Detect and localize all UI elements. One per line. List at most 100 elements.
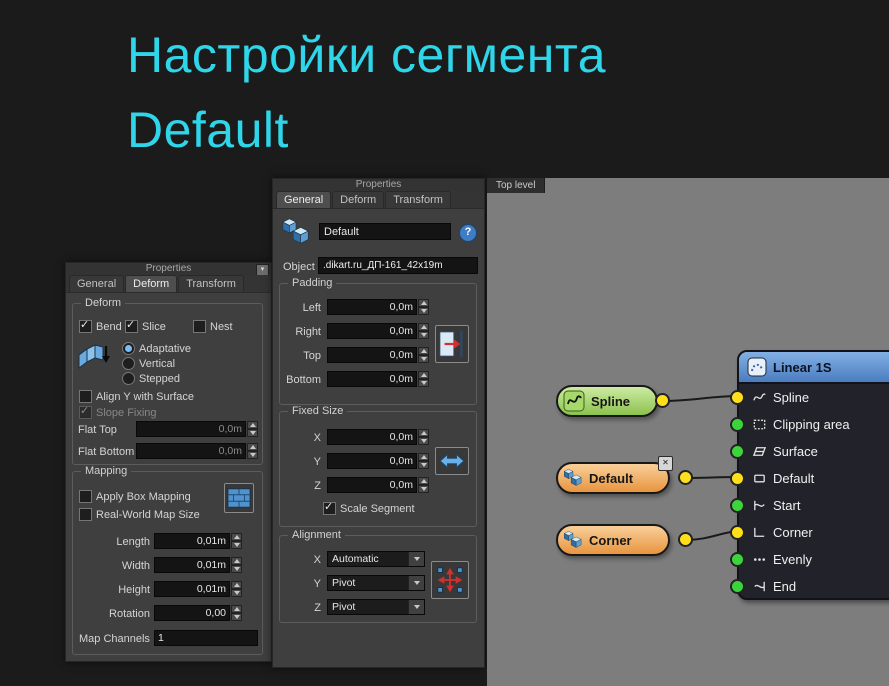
alignment-x-dropdown[interactable]: Automatic: [327, 551, 425, 567]
object-picker-button[interactable]: .dikart.ru_ДП-161_42x19m: [318, 257, 478, 274]
fixed-size-group-label: Fixed Size: [288, 405, 348, 418]
padding-left-label: Left: [302, 302, 321, 314]
bend-checkbox[interactable]: Bend: [79, 319, 122, 333]
left-panel-tabbar: General Deform Transform: [66, 275, 271, 293]
real-world-map-checkbox[interactable]: Real-World Map Size: [79, 508, 200, 521]
align-y-checkbox[interactable]: Align Y with Surface: [79, 390, 194, 403]
apply-box-mapping-checkbox[interactable]: Apply Box Mapping: [79, 490, 191, 503]
linear-1s-node[interactable]: Linear 1S Spline Clipping area Surface D…: [730, 350, 889, 600]
spinner[interactable]: [231, 581, 242, 597]
input-dot[interactable]: [730, 471, 745, 486]
segment-name-value: Default: [324, 225, 359, 238]
flat-top-label: Flat Top: [78, 424, 117, 436]
linear-input-evenly[interactable]: Evenly: [730, 546, 889, 573]
fixed-z-field[interactable]: 0,0m: [327, 477, 429, 493]
padding-top-field[interactable]: 0,0m: [327, 347, 429, 363]
fixed-x-label: X: [313, 432, 321, 444]
input-dot[interactable]: [730, 525, 745, 540]
spinner[interactable]: [418, 347, 429, 363]
fixed-x-field[interactable]: 0,0m: [327, 429, 429, 445]
tab-transform[interactable]: Transform: [385, 191, 451, 208]
width-field[interactable]: 0,01m: [154, 557, 242, 573]
linear-input-start[interactable]: Start: [730, 492, 889, 519]
spinner[interactable]: [418, 477, 429, 493]
field-value: 0,01m: [154, 533, 230, 549]
alignment-y-dropdown[interactable]: Pivot: [327, 575, 425, 591]
vertical-radio[interactable]: Vertical: [122, 357, 175, 370]
spinner[interactable]: [231, 605, 242, 621]
tab-general[interactable]: General: [69, 275, 125, 292]
linear-input-clipping-area[interactable]: Clipping area: [730, 411, 889, 438]
alignment-z-dropdown[interactable]: Pivot: [327, 599, 425, 615]
length-field[interactable]: 0,01m: [154, 533, 242, 549]
mapping-group-label: Mapping: [81, 465, 132, 478]
input-dot[interactable]: [730, 417, 745, 432]
spinner[interactable]: [418, 371, 429, 387]
padding-top-label: Top: [303, 350, 321, 362]
tab-deform[interactable]: Deform: [125, 275, 178, 292]
spinner[interactable]: [418, 323, 429, 339]
tab-general[interactable]: General: [276, 191, 332, 208]
stepped-radio[interactable]: Stepped: [122, 372, 180, 385]
linear-input-default[interactable]: Default: [730, 465, 889, 492]
checkbox-label: Nest: [210, 320, 233, 333]
height-field[interactable]: 0,01m: [154, 581, 242, 597]
input-label: Start: [773, 498, 801, 513]
spline-node-output-dot[interactable]: [655, 393, 670, 408]
corner-segment-node[interactable]: Corner: [556, 524, 670, 556]
wire-spline-to-linear: [662, 395, 740, 402]
map-channels-label: Map Channels: [79, 633, 150, 645]
input-label: Corner: [773, 525, 813, 540]
spinner[interactable]: [418, 453, 429, 469]
map-channels-field[interactable]: 1: [154, 630, 258, 646]
flat-top-field[interactable]: 0,0m: [136, 421, 258, 437]
fixed-y-label: Y: [313, 456, 321, 468]
help-icon[interactable]: ?: [459, 224, 477, 242]
linear-input-surface[interactable]: Surface: [730, 438, 889, 465]
alignment-group-label: Alignment: [288, 529, 345, 542]
node-editor-tab-top-level[interactable]: Top level: [487, 178, 546, 193]
segment-name-input[interactable]: Default: [319, 223, 451, 240]
node-editor-canvas[interactable]: Top level Spline Default ✕ Corner Linear…: [487, 178, 889, 686]
linear-node-header[interactable]: Linear 1S: [739, 352, 889, 384]
corner-node-output-dot[interactable]: [678, 532, 693, 547]
close-icon[interactable]: ✕: [658, 456, 673, 471]
spinner[interactable]: [247, 421, 258, 437]
padding-left-field[interactable]: 0,0m: [327, 299, 429, 315]
spline-node[interactable]: Spline: [556, 385, 658, 417]
padding-bottom-field[interactable]: 0,0m: [327, 371, 429, 387]
scale-segment-checkbox[interactable]: Scale Segment: [323, 501, 415, 515]
linear-input-end[interactable]: End: [730, 573, 889, 600]
fixed-y-field[interactable]: 0,0m: [327, 453, 429, 469]
spinner[interactable]: [418, 429, 429, 445]
slope-fixing-checkbox[interactable]: Slope Fixing: [79, 405, 157, 419]
adaptative-radio[interactable]: Adaptative: [122, 342, 191, 355]
field-value: 0,0m: [327, 453, 417, 469]
rotation-field[interactable]: 0,00: [154, 605, 242, 621]
spinner[interactable]: [231, 533, 242, 549]
input-dot[interactable]: [730, 579, 745, 594]
slice-checkbox[interactable]: Slice: [125, 319, 166, 333]
tab-transform[interactable]: Transform: [178, 275, 244, 292]
checkbox-label: Apply Box Mapping: [96, 490, 191, 503]
padding-right-field[interactable]: 0,0m: [327, 323, 429, 339]
tab-deform[interactable]: Deform: [332, 191, 385, 208]
spinner[interactable]: [247, 443, 258, 459]
input-label: Clipping area: [773, 417, 850, 432]
default-node-output-dot[interactable]: [678, 470, 693, 485]
input-dot[interactable]: [730, 552, 745, 567]
input-dot[interactable]: [730, 390, 745, 405]
input-dot[interactable]: [730, 498, 745, 513]
field-value: 1: [154, 630, 258, 646]
spinner[interactable]: [418, 299, 429, 315]
default-segment-node[interactable]: Default ✕: [556, 456, 673, 494]
linear-input-corner[interactable]: Corner: [730, 519, 889, 546]
spinner[interactable]: [231, 557, 242, 573]
nest-checkbox[interactable]: Nest: [193, 320, 233, 333]
input-dot[interactable]: [730, 444, 745, 459]
field-value: 0,00: [154, 605, 230, 621]
clipping-area-icon: [752, 417, 767, 432]
box-mapping-icon: [224, 483, 254, 513]
linear-input-spline[interactable]: Spline: [730, 384, 889, 411]
flat-bottom-field[interactable]: 0,0m: [136, 443, 258, 459]
